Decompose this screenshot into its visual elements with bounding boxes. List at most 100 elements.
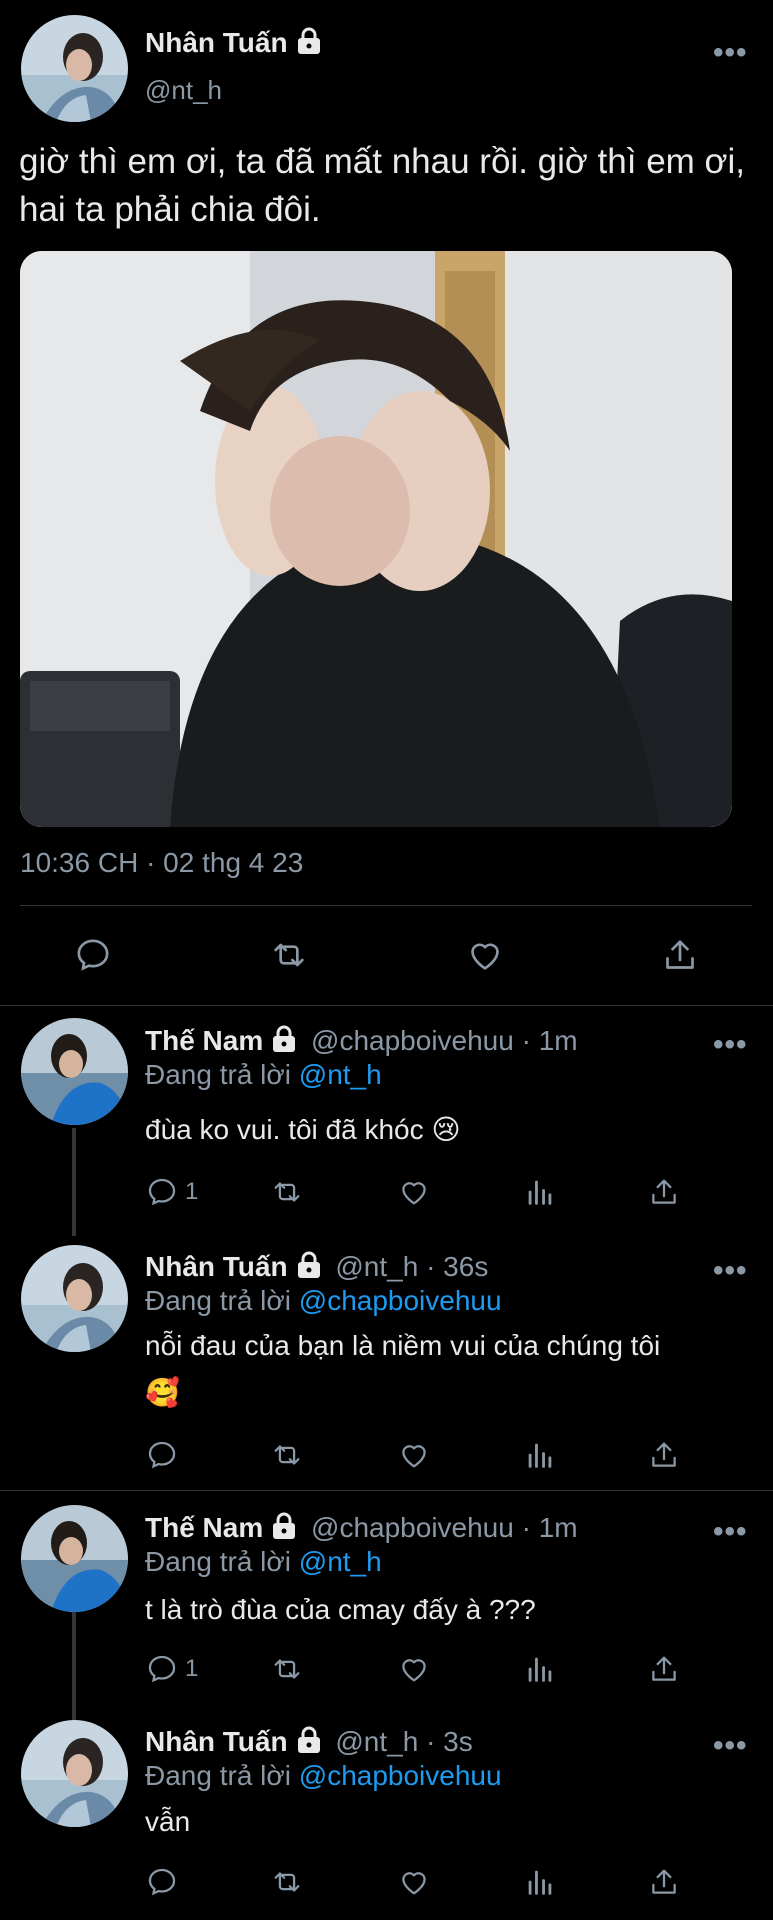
- share-icon: [652, 1179, 676, 1204]
- reply-button[interactable]: [73, 935, 113, 975]
- like-button[interactable]: [396, 1652, 432, 1686]
- reply-button[interactable]: 1: [145, 1652, 198, 1686]
- share-button[interactable]: [660, 935, 700, 975]
- reply-time: · 1m: [521, 1025, 578, 1056]
- lock-icon: [271, 1512, 297, 1548]
- like-button[interactable]: [464, 935, 506, 975]
- replying-to: Đang trả lời @chapboivehuu: [145, 1284, 502, 1318]
- retweet-button[interactable]: [267, 935, 311, 975]
- like-icon: [471, 943, 499, 970]
- share-icon: [652, 1442, 676, 1467]
- avatar-photo: [21, 1245, 128, 1352]
- divider: [0, 1005, 773, 1006]
- retweet-icon: [274, 1445, 300, 1465]
- thread-line: [72, 1610, 76, 1722]
- lock-icon: [271, 1025, 297, 1061]
- reply-icon: [148, 1178, 176, 1206]
- share-icon: [652, 1869, 676, 1894]
- replying-label: Đang trả lời: [145, 1546, 291, 1577]
- lock-icon: [296, 1251, 322, 1287]
- retweet-button[interactable]: [268, 1652, 306, 1686]
- replying-label: Đang trả lời: [145, 1059, 291, 1090]
- more-options-icon[interactable]: •••: [713, 38, 748, 68]
- tweet-image[interactable]: [20, 251, 732, 827]
- author-name-text: Nhân Tuấn: [145, 27, 288, 58]
- like-button[interactable]: [396, 1175, 432, 1209]
- like-icon: [402, 1872, 426, 1895]
- mention-link[interactable]: @nt_h: [299, 1059, 382, 1090]
- analytics-button[interactable]: [523, 1865, 557, 1899]
- share-icon: [652, 1656, 676, 1681]
- reply-author-name[interactable]: Nhân Tuấn: [145, 1251, 288, 1282]
- analytics-icon: [528, 1443, 552, 1468]
- reply-author-name[interactable]: Nhân Tuấn: [145, 1726, 288, 1757]
- reply-author-name[interactable]: Thế Nam: [145, 1512, 263, 1543]
- retweet-icon: [274, 1872, 300, 1892]
- reply-header: Nhân Tuấn @nt_h · 36s: [145, 1250, 488, 1287]
- divider: [20, 905, 752, 906]
- more-options-icon[interactable]: •••: [713, 1030, 748, 1060]
- reply-avatar[interactable]: [21, 1245, 128, 1352]
- retweet-button[interactable]: [268, 1438, 306, 1472]
- reply-text-line: nỗi đau của bạn là niềm vui của chúng tô…: [145, 1330, 661, 1361]
- reply-icon: [148, 1868, 176, 1896]
- retweet-icon: [274, 1182, 300, 1202]
- reply-time: · 36s: [426, 1251, 489, 1282]
- mention-link[interactable]: @chapboivehuu: [299, 1285, 502, 1316]
- lock-icon: [296, 27, 322, 63]
- share-button[interactable]: [647, 1438, 681, 1472]
- analytics-button[interactable]: [523, 1652, 557, 1686]
- reply-author-handle[interactable]: @nt_h: [335, 1251, 418, 1282]
- reply-button[interactable]: [145, 1438, 185, 1472]
- reply-time: · 3s: [426, 1726, 473, 1757]
- like-icon: [402, 1659, 426, 1682]
- replying-to: Đang trả lời @chapboivehuu: [145, 1759, 502, 1793]
- mention-link[interactable]: @chapboivehuu: [299, 1760, 502, 1791]
- divider: [0, 1490, 773, 1491]
- reply-author-handle[interactable]: @chapboivehuu: [311, 1025, 514, 1056]
- more-options-icon[interactable]: •••: [713, 1256, 748, 1286]
- reply-avatar[interactable]: [21, 1720, 128, 1827]
- like-icon: [402, 1445, 426, 1468]
- reply-avatar[interactable]: [21, 1018, 128, 1125]
- more-options-icon[interactable]: •••: [713, 1731, 748, 1761]
- tweet-photo: [20, 251, 732, 827]
- replying-to: Đang trả lời @nt_h: [145, 1058, 382, 1092]
- reply-author-handle[interactable]: @nt_h: [335, 1726, 418, 1757]
- reply-author-handle[interactable]: @chapboivehuu: [311, 1512, 514, 1543]
- reply-button[interactable]: [145, 1865, 185, 1899]
- author-handle[interactable]: @nt_h: [145, 74, 222, 106]
- reply-icon: [77, 939, 109, 971]
- like-button[interactable]: [396, 1865, 432, 1899]
- replying-to: Đang trả lời @nt_h: [145, 1545, 382, 1579]
- reply-count: 1: [185, 1178, 199, 1205]
- reply-header: Thế Nam @chapboivehuu · 1m: [145, 1024, 578, 1061]
- reply-author-name[interactable]: Thế Nam: [145, 1025, 263, 1056]
- analytics-icon: [528, 1870, 552, 1895]
- like-button[interactable]: [396, 1438, 432, 1472]
- reply-avatar[interactable]: [21, 1505, 128, 1612]
- retweet-button[interactable]: [268, 1865, 306, 1899]
- reply-text: t là trò đùa của cmay đấy à ???: [145, 1594, 536, 1625]
- share-button[interactable]: [647, 1175, 681, 1209]
- analytics-button[interactable]: [523, 1438, 557, 1472]
- analytics-button[interactable]: [523, 1175, 557, 1209]
- lock-icon: [296, 1726, 322, 1762]
- author-name[interactable]: Nhân Tuấn: [145, 26, 322, 63]
- more-options-icon[interactable]: •••: [713, 1517, 748, 1547]
- author-avatar[interactable]: [21, 15, 128, 122]
- retweet-icon: [274, 1659, 300, 1679]
- share-button[interactable]: [647, 1652, 681, 1686]
- reply-header: Nhân Tuấn @nt_h · 3s: [145, 1725, 473, 1762]
- reply-icon: [148, 1441, 176, 1469]
- reply-button[interactable]: 1: [145, 1175, 198, 1209]
- reply-header: Thế Nam @chapboivehuu · 1m: [145, 1511, 578, 1548]
- analytics-icon: [528, 1180, 552, 1205]
- mention-link[interactable]: @nt_h: [299, 1546, 382, 1577]
- reply-text: đùa ko vui. tôi đã khóc 😢: [145, 1106, 461, 1153]
- share-button[interactable]: [647, 1865, 681, 1899]
- retweet-button[interactable]: [268, 1175, 306, 1209]
- tweet-timestamp: 10:36 CH · 02 thg 4 23: [20, 847, 304, 878]
- avatar-photo: [21, 15, 128, 122]
- replying-label: Đang trả lời: [145, 1285, 291, 1316]
